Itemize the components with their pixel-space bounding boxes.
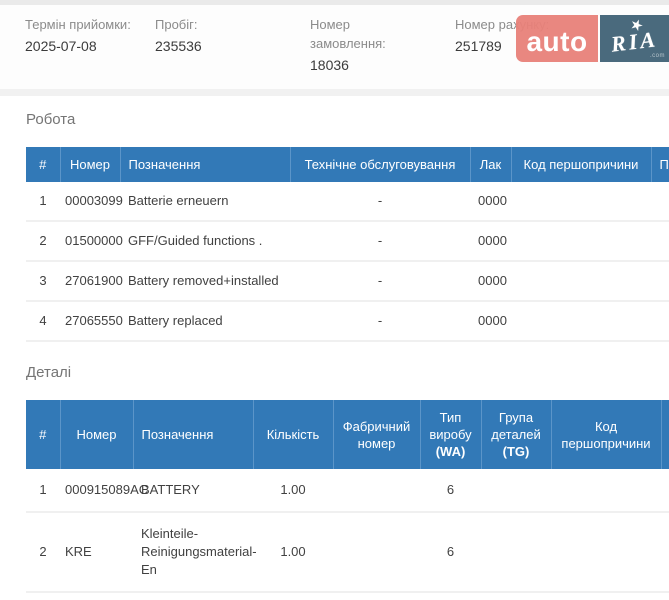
table-cell: 0000 xyxy=(470,261,511,301)
table-cell: - xyxy=(290,301,470,341)
table-cell: 1.00 xyxy=(253,469,333,512)
table-cell: - xyxy=(290,182,470,221)
parts-table: #НомерПозначенняКількістьФабричний номер… xyxy=(26,400,669,593)
table-cell xyxy=(661,512,669,592)
work-table-wrap: #НомерПозначенняТехнічне обслуговуванняЛ… xyxy=(26,147,669,342)
field-label: Номер замовлення: xyxy=(310,15,422,53)
section-divider xyxy=(0,89,669,96)
field-label: Пробіг: xyxy=(155,15,202,34)
table-cell: 27061900 xyxy=(60,261,120,301)
table-cell: 2 xyxy=(26,221,60,261)
column-header: Код першопричини xyxy=(551,400,661,469)
table-cell: 0000 xyxy=(470,221,511,261)
table-cell: 000915089AC xyxy=(60,469,133,512)
column-header: Позначення xyxy=(120,147,290,182)
column-header: # xyxy=(26,400,60,469)
table-cell: Kleinteile-Reinigungsmaterial-En xyxy=(133,512,253,592)
table-cell: - xyxy=(290,261,470,301)
table-cell xyxy=(481,469,551,512)
table-cell xyxy=(651,301,669,341)
parts-table-wrap: #НомерПозначенняКількістьФабричний номер… xyxy=(26,400,669,593)
table-cell xyxy=(651,182,669,221)
column-header: Позначення xyxy=(133,400,253,469)
column-header: Номер xyxy=(60,400,133,469)
table-cell: 01500000 xyxy=(60,221,120,261)
field-order-number: Номер замовлення: 18036 xyxy=(310,15,422,76)
table-cell: Batterie erneuern xyxy=(120,182,290,221)
table-row: 2KREKleinteile-Reinigungsmaterial-En1.00… xyxy=(26,512,669,592)
table-cell: 0000 xyxy=(470,301,511,341)
table-cell: 1 xyxy=(26,469,60,512)
field-value: 235536 xyxy=(155,36,202,57)
autoria-logo[interactable]: auto ★ RIA .com xyxy=(516,15,669,62)
table-cell: Battery removed+installed xyxy=(120,261,290,301)
field-acceptance-date: Термін прийомки: 2025-07-08 xyxy=(25,15,131,57)
table-cell: 6 xyxy=(420,469,481,512)
auto-logo-block: auto xyxy=(516,15,598,62)
table-cell: 6 xyxy=(420,512,481,592)
column-header: Код першопричини xyxy=(511,147,651,182)
section-title-work: Робота xyxy=(26,111,669,128)
table-cell: 1.00 xyxy=(253,512,333,592)
table-cell: 4 xyxy=(26,301,60,341)
table-cell: 27065550 xyxy=(60,301,120,341)
work-table-header-row: #НомерПозначенняТехнічне обслуговуванняЛ… xyxy=(26,147,669,182)
table-cell xyxy=(651,221,669,261)
table-cell: GFF/Guided functions . xyxy=(120,221,290,261)
table-row: 427065550Battery replaced-0000 xyxy=(26,301,669,341)
column-header: Номер xyxy=(60,147,120,182)
column-header: Кількість xyxy=(253,400,333,469)
table-cell xyxy=(511,261,651,301)
column-header: П xyxy=(651,147,669,182)
table-cell: 3 xyxy=(26,261,60,301)
field-value: 18036 xyxy=(310,55,422,76)
ria-domain-text: .com xyxy=(650,53,665,59)
table-cell: Battery replaced xyxy=(120,301,290,341)
table-cell xyxy=(481,512,551,592)
field-mileage: Пробіг: 235536 xyxy=(155,15,202,57)
ria-logo-block: ★ RIA .com xyxy=(600,15,669,62)
table-cell xyxy=(511,182,651,221)
parts-table-header-row: #НомерПозначенняКількістьФабричний номер… xyxy=(26,400,669,469)
table-row: 327061900Battery removed+installed-0000 xyxy=(26,261,669,301)
section-title-parts: Деталі xyxy=(26,364,669,381)
column-header: Група деталей(TG) xyxy=(481,400,551,469)
table-row: 201500000GFF/Guided functions .-0000 xyxy=(26,221,669,261)
column-header: Технічне обслуговування xyxy=(290,147,470,182)
table-cell xyxy=(511,221,651,261)
column-header: Тип виробу(WA) xyxy=(420,400,481,469)
table-row: 100003099Batterie erneuern-0000 xyxy=(26,182,669,221)
work-table: #НомерПозначенняТехнічне обслуговуванняЛ… xyxy=(26,147,669,342)
table-row: 1000915089ACBATTERY1.00 6 xyxy=(26,469,669,512)
table-cell: KRE xyxy=(60,512,133,592)
table-cell: 2 xyxy=(26,512,60,592)
column-header: Лак xyxy=(470,147,511,182)
column-header xyxy=(661,400,669,469)
table-cell xyxy=(333,469,420,512)
table-cell xyxy=(661,469,669,512)
table-cell xyxy=(551,512,661,592)
field-value: 2025-07-08 xyxy=(25,36,131,57)
table-cell: - xyxy=(290,221,470,261)
table-cell xyxy=(511,301,651,341)
table-cell: 00003099 xyxy=(60,182,120,221)
table-cell xyxy=(551,469,661,512)
column-header: # xyxy=(26,147,60,182)
column-header: Фабричний номер xyxy=(333,400,420,469)
order-summary-panel: Термін прийомки: 2025-07-08 Пробіг: 2355… xyxy=(0,5,669,89)
table-cell xyxy=(333,512,420,592)
field-label: Термін прийомки: xyxy=(25,15,131,34)
table-cell: BATTERY xyxy=(133,469,253,512)
table-cell: 0000 xyxy=(470,182,511,221)
table-cell: 1 xyxy=(26,182,60,221)
table-cell xyxy=(651,261,669,301)
